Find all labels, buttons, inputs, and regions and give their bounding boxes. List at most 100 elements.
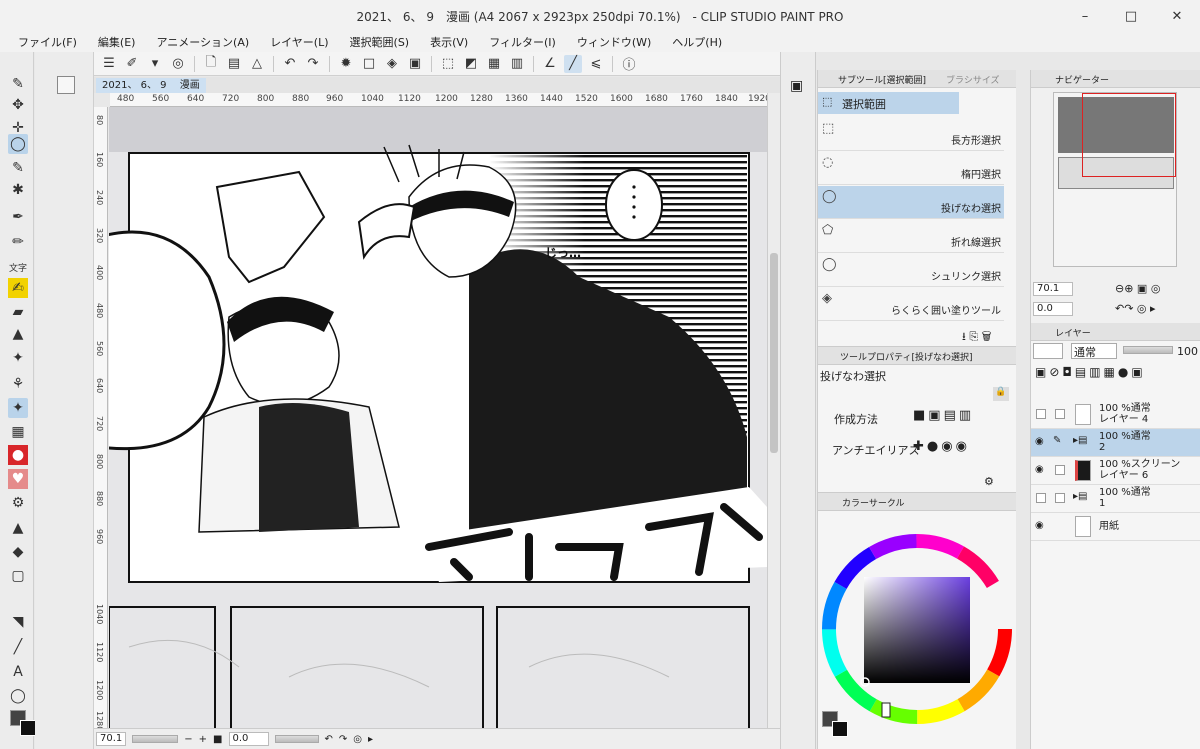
rotate-right-icon[interactable]: ↷ xyxy=(339,734,347,745)
undo-icon[interactable]: ↶ xyxy=(281,55,299,73)
color-icon[interactable]: ● xyxy=(8,445,28,465)
scroll-thumb[interactable] xyxy=(770,253,778,453)
sparkle-blue-icon[interactable]: ✦ xyxy=(8,398,28,418)
menu-help[interactable]: ヘルプ(H) xyxy=(672,34,722,50)
layer-row[interactable]: ▸▤ 100 %通常 1 xyxy=(1031,485,1200,513)
text-icon[interactable]: 文字 xyxy=(8,257,28,277)
layer-row[interactable]: ◉ 100 %スクリーン レイヤー 6 xyxy=(1031,457,1200,485)
invert-icon[interactable]: ◩ xyxy=(462,55,480,73)
ruler-icon[interactable]: ╱ xyxy=(8,637,28,657)
fill-icon[interactable]: ◈ xyxy=(383,55,401,73)
angle-field[interactable]: 0.0 xyxy=(228,732,269,746)
panel-toggle-icon[interactable]: ▣ xyxy=(790,78,803,94)
menu-icon[interactable]: ☰ xyxy=(100,55,118,73)
rectangle-icon[interactable]: ▢ xyxy=(8,566,28,586)
layer-toolbar[interactable]: ▣⊘◘▤▥▦●▣ xyxy=(1035,365,1146,379)
subtool-item-fill-enclose[interactable]: ◈ らくらく囲い塗りツール xyxy=(818,288,1004,321)
zoom-out-button[interactable]: − xyxy=(184,734,192,745)
opacity-slider[interactable] xyxy=(1123,346,1173,354)
brush-icon[interactable]: ✒ xyxy=(8,207,28,227)
expand-icon[interactable]: ▦ xyxy=(485,55,503,73)
sparkle-icon[interactable]: ✦ xyxy=(8,348,28,368)
eye-icon[interactable]: ◉ xyxy=(1035,436,1044,447)
reset-rotate-icon[interactable]: ◎ xyxy=(353,734,362,745)
menu-edit[interactable]: 編集(E) xyxy=(98,34,136,50)
menu-selection[interactable]: 選択範囲(S) xyxy=(350,34,410,50)
eye-icon[interactable]: ◉ xyxy=(1035,520,1044,531)
subtool-group[interactable]: ⬚ 選択範囲 xyxy=(818,92,959,114)
lock-checkbox[interactable] xyxy=(1055,465,1065,475)
transform-icon[interactable]: ▣ xyxy=(406,55,424,73)
subtool-item-ellipse[interactable]: ◌ 楕円選択 xyxy=(818,152,1004,185)
pen-icon[interactable]: ✱ xyxy=(8,180,28,200)
save-icon[interactable]: △ xyxy=(248,55,266,73)
nav-zoom-buttons[interactable]: ⊖⊕ ▣ ◎ xyxy=(1115,282,1160,295)
menu-file[interactable]: ファイル(F) xyxy=(18,34,77,50)
zoom-in-button[interactable]: + xyxy=(199,734,207,745)
trash-icon[interactable]: 🗑 xyxy=(982,330,992,343)
close-button[interactable]: ✕ xyxy=(1154,0,1200,32)
deselect-icon[interactable]: ⬚ xyxy=(439,55,457,73)
clear-icon[interactable]: □ xyxy=(360,55,378,73)
gear-icon[interactable]: ⚙ xyxy=(8,493,28,513)
sub-color-swatch[interactable] xyxy=(832,721,848,737)
move-layer-icon[interactable]: ✥ xyxy=(8,95,28,115)
redo-icon[interactable]: ↷ xyxy=(304,55,322,73)
color-circle-tab[interactable]: カラーサークル xyxy=(842,496,905,509)
lock-checkbox[interactable] xyxy=(1055,493,1065,503)
droplet-icon[interactable]: ▲ xyxy=(8,518,28,538)
zoom-field[interactable]: 70.1 xyxy=(96,732,127,746)
lock-checkbox[interactable] xyxy=(1055,409,1065,419)
document-tab[interactable]: 2021、 6、 9 漫画 xyxy=(96,78,206,93)
grass-icon[interactable]: ⚘ xyxy=(8,374,28,394)
rotate-slider[interactable] xyxy=(274,735,319,743)
brush-size-tab[interactable]: ブラシサイズ xyxy=(946,73,1000,86)
color-wheel[interactable] xyxy=(818,529,1016,729)
subtool-item-lasso[interactable]: ◯ 投げなわ選択 xyxy=(818,186,1004,219)
subtool-tab[interactable]: サブツール[選択範囲] xyxy=(838,73,926,86)
navigator-preview[interactable] xyxy=(1053,92,1177,267)
tool-property-tab[interactable]: ツールプロパティ[投げなわ選択] xyxy=(840,350,972,363)
eye-icon[interactable]: ◉ xyxy=(1035,464,1044,475)
pencil-icon[interactable]: ✏ xyxy=(8,232,28,252)
line-icon[interactable]: ◥ xyxy=(8,612,28,632)
spiral-icon[interactable]: ◎ xyxy=(169,55,187,73)
layer-row[interactable]: ◉ 用紙 xyxy=(1031,513,1200,541)
special-ruler-icon[interactable]: ╱ xyxy=(564,54,582,73)
nav-zoom-field[interactable]: 70.1 xyxy=(1033,282,1073,296)
lasso-select-icon[interactable]: ◯ xyxy=(8,134,28,154)
fit-button[interactable]: ■ xyxy=(213,734,222,745)
menu-filter[interactable]: フィルター(I) xyxy=(489,34,556,50)
subtool-preview-icon[interactable] xyxy=(57,76,75,94)
marker-icon[interactable]: ✍ xyxy=(8,278,28,298)
visibility-checkbox[interactable] xyxy=(1036,493,1046,503)
pen-tool-icon[interactable]: ✎ xyxy=(8,74,28,94)
layer-row[interactable]: ◉ ✎ ▸▤ 100 %通常 2 xyxy=(1031,429,1200,457)
visibility-checkbox[interactable] xyxy=(1036,409,1046,419)
lock-icon[interactable]: 🔒 xyxy=(993,387,1009,401)
antialias-buttons[interactable]: ✚●◉◉ xyxy=(913,439,970,454)
settings-icon[interactable]: ▾ xyxy=(146,55,164,73)
vertical-scrollbar[interactable] xyxy=(767,93,780,728)
text-tool-icon[interactable]: A xyxy=(8,662,28,682)
navigator-tab[interactable]: ナビゲーター xyxy=(1055,73,1109,86)
eraser-icon[interactable]: ▰ xyxy=(8,302,28,322)
open-icon[interactable]: ▤ xyxy=(225,55,243,73)
layer-color-box[interactable] xyxy=(1033,343,1063,359)
new-file-icon[interactable]: 🗋 xyxy=(202,55,220,73)
menu-window[interactable]: ウィンドウ(W) xyxy=(577,34,651,50)
zoom-slider[interactable] xyxy=(132,735,179,743)
layer-tab[interactable]: レイヤー xyxy=(1055,326,1091,339)
download-icon[interactable]: ⭳ xyxy=(962,330,966,343)
blend-mode-select[interactable]: 通常 xyxy=(1071,343,1117,359)
layer-row[interactable]: 100 %通常 レイヤー 4 xyxy=(1031,401,1200,429)
drawing-canvas[interactable]: じっ… xyxy=(109,107,767,728)
subtool-item-rect[interactable]: ⬚ 長方形選択 xyxy=(818,118,1004,151)
subtool-item-shrink[interactable]: ◯ シュリンク選択 xyxy=(818,254,1004,287)
maximize-button[interactable]: □ xyxy=(1108,0,1154,32)
menu-animation[interactable]: アニメーション(A) xyxy=(156,34,249,50)
blend-icon[interactable]: ▲ xyxy=(8,324,28,344)
grid-snap-icon[interactable]: ⩽ xyxy=(587,55,605,73)
creation-method-buttons[interactable]: ■▣▤▥ xyxy=(913,408,974,423)
subtool-item-polyline[interactable]: ⬠ 折れ線選択 xyxy=(818,220,1004,253)
